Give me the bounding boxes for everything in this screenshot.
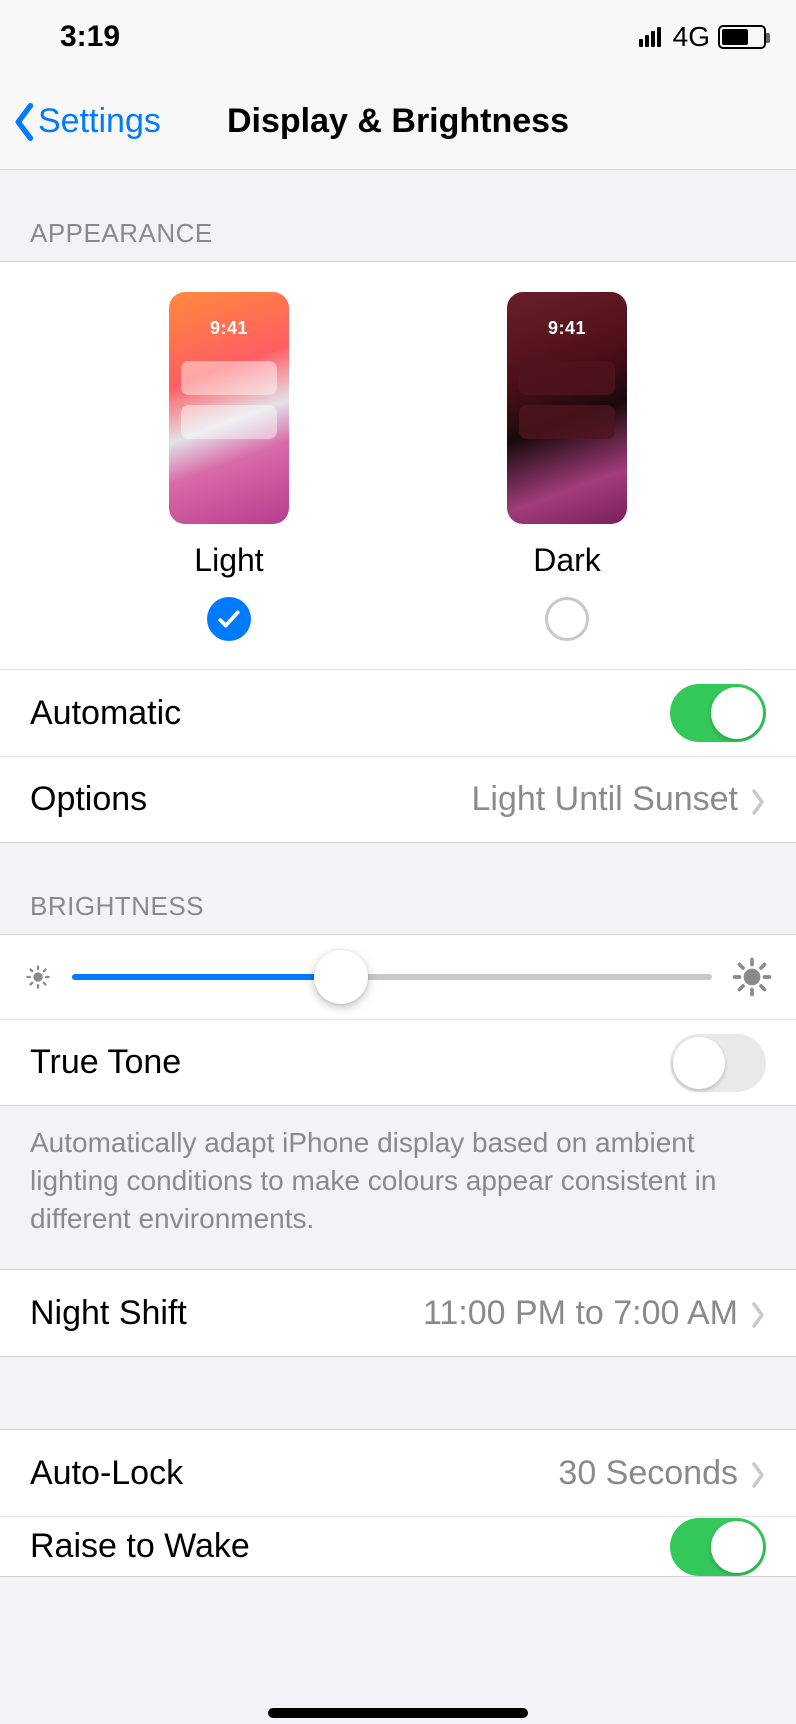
page-title: Display & Brightness: [227, 102, 569, 141]
back-label: Settings: [38, 102, 161, 141]
appearance-option-dark[interactable]: 9:41 Dark: [462, 292, 672, 641]
chevron-right-icon: [750, 1459, 766, 1487]
options-row[interactable]: Options Light Until Sunset: [0, 756, 796, 842]
status-bar: 3:19 4G: [0, 0, 796, 74]
status-right-cluster: 4G: [639, 21, 766, 53]
auto-lock-value: 30 Seconds: [558, 1454, 738, 1493]
night-shift-label: Night Shift: [30, 1294, 187, 1333]
true-tone-description: Automatically adapt iPhone display based…: [0, 1106, 796, 1269]
night-shift-value: 11:00 PM to 7:00 AM: [423, 1294, 738, 1333]
auto-lock-row[interactable]: Auto-Lock 30 Seconds: [0, 1430, 796, 1516]
battery-icon: [718, 25, 766, 49]
automatic-label: Automatic: [30, 694, 181, 733]
cellular-signal-icon: [639, 27, 661, 47]
light-radio[interactable]: [207, 597, 251, 641]
appearance-options: 9:41 Light 9:41 Dark: [0, 262, 796, 670]
dark-label: Dark: [533, 542, 601, 579]
home-indicator[interactable]: [268, 1708, 528, 1718]
brightness-group: True Tone: [0, 934, 796, 1106]
appearance-header: APPEARANCE: [0, 170, 796, 261]
brightness-slider-row: [0, 935, 796, 1019]
sun-low-icon: [24, 963, 52, 991]
options-label: Options: [30, 780, 147, 819]
night-shift-row[interactable]: Night Shift 11:00 PM to 7:00 AM: [0, 1270, 796, 1356]
status-time: 3:19: [60, 20, 120, 54]
options-value: Light Until Sunset: [472, 780, 739, 819]
chevron-right-icon: [750, 786, 766, 814]
back-button[interactable]: Settings: [0, 102, 161, 141]
chevron-right-icon: [750, 1299, 766, 1327]
automatic-row: Automatic: [0, 670, 796, 756]
auto-lock-label: Auto-Lock: [30, 1454, 183, 1493]
true-tone-row: True Tone: [0, 1019, 796, 1105]
preview-time: 9:41: [210, 318, 248, 339]
chevron-left-icon: [14, 103, 36, 141]
nav-bar: Settings Display & Brightness: [0, 74, 796, 170]
preview-time: 9:41: [548, 318, 586, 339]
lock-group: Auto-Lock 30 Seconds Raise to Wake: [0, 1429, 796, 1577]
raise-to-wake-label: Raise to Wake: [30, 1527, 250, 1566]
true-tone-label: True Tone: [30, 1043, 181, 1082]
light-label: Light: [194, 542, 263, 579]
night-shift-group: Night Shift 11:00 PM to 7:00 AM: [0, 1269, 796, 1357]
light-preview: 9:41: [169, 292, 289, 524]
raise-to-wake-row: Raise to Wake: [0, 1516, 796, 1576]
raise-to-wake-toggle[interactable]: [670, 1518, 766, 1576]
appearance-option-light[interactable]: 9:41 Light: [124, 292, 334, 641]
dark-radio[interactable]: [545, 597, 589, 641]
automatic-toggle[interactable]: [670, 684, 766, 742]
brightness-header: BRIGHTNESS: [0, 843, 796, 934]
network-label: 4G: [673, 21, 710, 53]
brightness-slider[interactable]: [72, 974, 712, 980]
appearance-group: 9:41 Light 9:41 Dark Automatic Options L…: [0, 261, 796, 843]
sun-high-icon: [732, 957, 772, 997]
true-tone-toggle[interactable]: [670, 1034, 766, 1092]
dark-preview: 9:41: [507, 292, 627, 524]
